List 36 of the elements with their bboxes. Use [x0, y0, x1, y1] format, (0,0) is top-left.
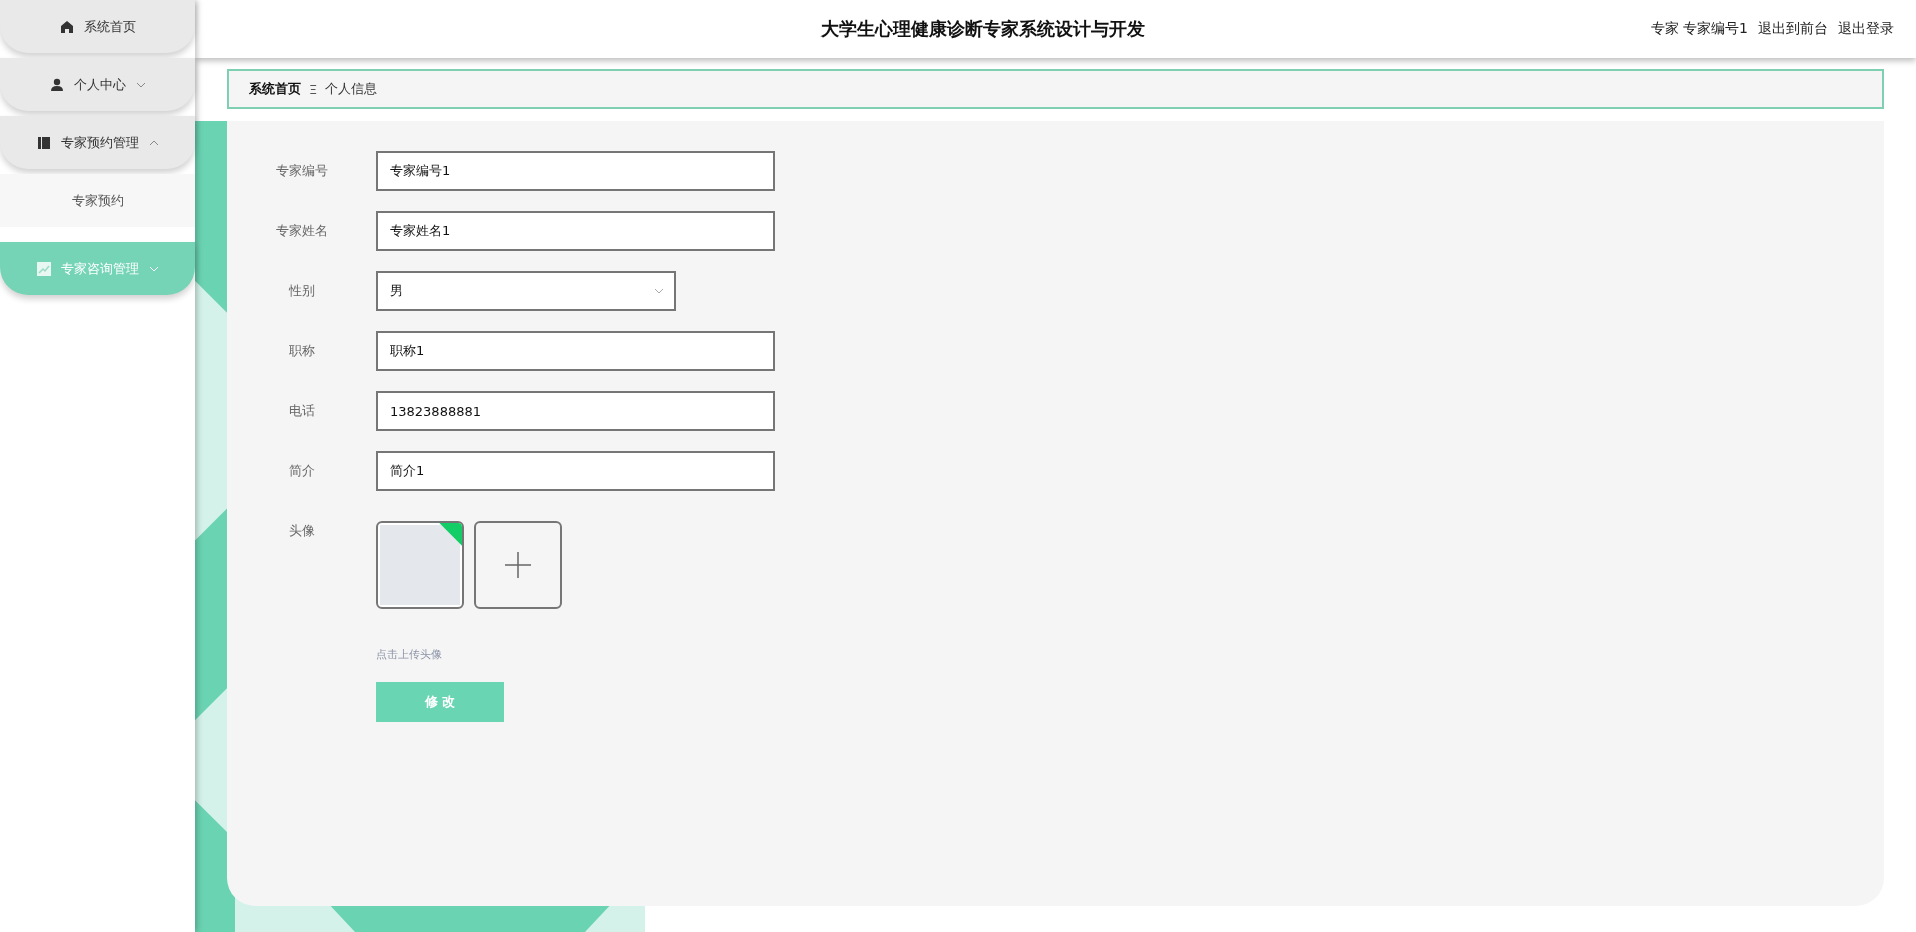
breadcrumb-link[interactable]: 个人信息: [325, 80, 378, 98]
caret-icon: [654, 288, 664, 294]
field-label: 头像: [287, 522, 316, 540]
header-link[interactable]: 退出到前台: [1758, 20, 1828, 38]
input-field[interactable]: 专家姓名1: [376, 211, 775, 251]
menu-item[interactable]: 系统首页: [0, 0, 195, 53]
field-label: 专家姓名: [274, 222, 329, 240]
field-label: 专家编号: [274, 162, 329, 180]
plus-icon: [505, 552, 531, 578]
input-field[interactable]: 专家编号1: [376, 151, 775, 191]
user-role: 专家: [1651, 20, 1680, 38]
page-title: 大学生心理健康诊断专家系统设计与开发: [820, 17, 1147, 41]
caret-icon: [148, 139, 159, 146]
header-link[interactable]: 退出登录: [1838, 20, 1894, 38]
upload-button[interactable]: [474, 521, 562, 609]
home-icon: [59, 19, 74, 34]
caret-icon: [148, 265, 159, 272]
book-icon: [36, 135, 51, 150]
field-label: 性别: [287, 282, 316, 300]
field-label: 电话: [287, 402, 316, 420]
caret-icon: [135, 81, 146, 88]
user-icon: [49, 77, 64, 92]
input-field[interactable]: 简介1: [376, 451, 775, 491]
input-field[interactable]: 13823888881: [376, 391, 775, 431]
field-label: 简介: [287, 462, 316, 480]
field-label: 职称: [287, 342, 316, 360]
select-field[interactable]: 男: [376, 271, 676, 311]
user-name: 专家编号1: [1683, 20, 1748, 38]
breadcrumb-separator: Ξ: [309, 81, 318, 97]
menu-item[interactable]: 个人中心: [0, 58, 195, 111]
submenu-item[interactable]: 专家预约: [0, 174, 195, 227]
input-field[interactable]: 职称1: [376, 331, 775, 371]
chart-icon: [36, 261, 51, 276]
menu-item[interactable]: 专家预约管理: [0, 116, 195, 169]
breadcrumb-link[interactable]: 系统首页: [249, 80, 301, 98]
upload-hint: 点击上传头像: [376, 647, 443, 662]
